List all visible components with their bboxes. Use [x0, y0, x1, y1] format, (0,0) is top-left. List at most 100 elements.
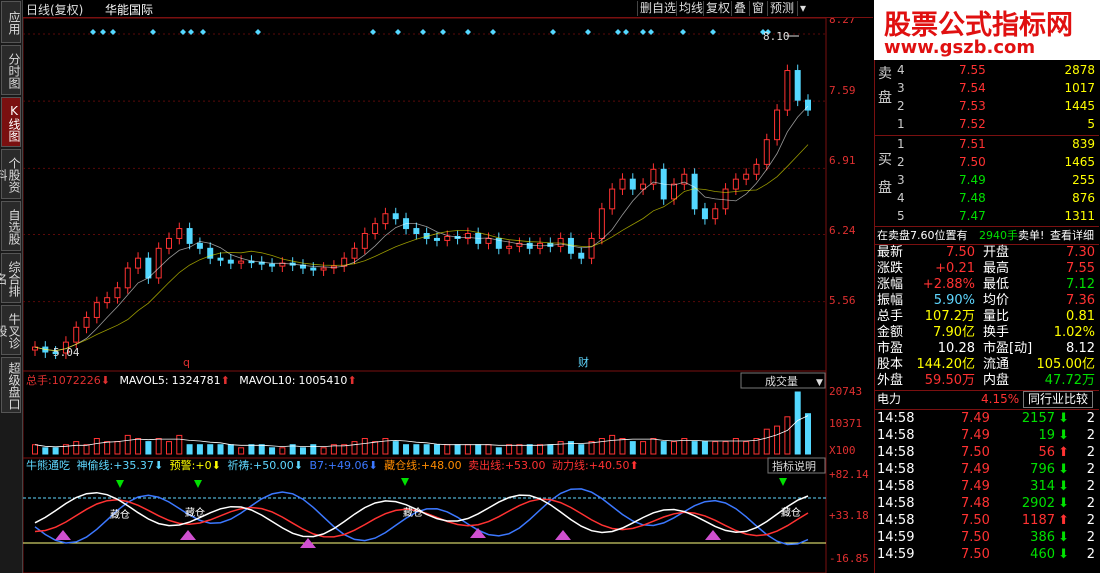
forecast-button[interactable]: 预测 — [767, 1, 796, 16]
signal-diamond-icon — [370, 29, 376, 35]
adjust-price-button[interactable]: 复权 — [703, 1, 732, 16]
volume-bar — [495, 447, 502, 455]
quote-label: 内盘 — [983, 373, 1010, 388]
buy-level: 4 — [897, 191, 905, 205]
arrow-down-icon: ⬇ — [1058, 411, 1069, 426]
volume-bar — [155, 438, 162, 455]
tick-volume: 56 — [1038, 445, 1055, 460]
tab-2[interactable]: 分时图 — [1, 45, 21, 95]
buy-volume: 876 — [1072, 191, 1095, 205]
volume-bar — [238, 447, 245, 455]
panel-row: 在卖盘7.60位置有 2940手 卖单! 查看详细 — [875, 227, 1099, 244]
quote-value: 10.28 — [937, 341, 975, 356]
panel-row: 2 7.53 1445 — [875, 98, 1099, 115]
volume-bar — [361, 438, 368, 455]
indicator-axis-label: -16.85 — [829, 552, 869, 565]
candle-body — [753, 163, 760, 175]
left-tab-bar: 应用 分时图 K线图 个股资料 自选股 综合排名 牛叉诊股 超级盘口 — [0, 0, 23, 573]
tab-8[interactable]: 超级盘口 — [1, 357, 21, 413]
volume-axis-label: 20743 — [829, 385, 862, 398]
tab-1[interactable]: 应用 — [1, 1, 21, 43]
candle-body — [598, 208, 605, 239]
quote-value: 107.2万 — [924, 309, 975, 324]
indicator-axis: +82.14 +33.18 -16.85 — [829, 468, 869, 565]
moving-average-button[interactable]: 均线 — [676, 1, 705, 16]
volume-bar — [83, 444, 90, 455]
signal-diamond-icon — [395, 29, 401, 35]
industry-name: 电力 — [877, 392, 902, 406]
arrow-up-icon: ⬆ — [1058, 513, 1069, 528]
volume-bar — [774, 425, 781, 455]
buy-level: 5 — [897, 209, 905, 223]
candle-body — [712, 208, 719, 220]
tab-4[interactable]: 个股资料 — [0, 149, 21, 199]
tab-5[interactable]: 自选股 — [1, 201, 21, 251]
volume-bar — [207, 444, 214, 455]
quote-value: 8.12 — [1066, 341, 1095, 356]
sell-volume: 2878 — [1064, 63, 1095, 77]
tick-time: 14:58 — [877, 445, 915, 460]
panel-row: 14:58 7.49 314 ⬇ 2 — [875, 478, 1099, 495]
volume-bar — [217, 444, 224, 455]
sell-price: 7.54 — [959, 81, 986, 95]
volume-bar — [423, 444, 430, 455]
remove-watchlist-button[interactable]: 删自选 — [637, 1, 678, 16]
sell-volume: 1445 — [1064, 99, 1095, 113]
candle-body — [155, 247, 162, 279]
stock-chart[interactable]: 8.10 5.04 q 财 总手:1072226⬇ MAVOL5: 1324781… — [23, 18, 873, 573]
buy-level: 2 — [897, 155, 905, 169]
panel-row: 14:58 7.48 2902 ⬇ 2 — [875, 495, 1099, 512]
tick-count: 2 — [1086, 513, 1095, 528]
quote-label: 均价 — [983, 293, 1010, 308]
volume-bar — [557, 441, 564, 455]
panel-row: 市盈 10.28 市盈[动] 8.12 — [875, 341, 1099, 357]
tick-count: 2 — [1086, 547, 1095, 562]
quote-label: 开盘 — [983, 245, 1010, 260]
candle-body — [557, 237, 564, 247]
view-detail-link[interactable]: 查看详细 — [1050, 227, 1094, 244]
panel-row: 14:59 7.50 386 ⬇ 2 — [875, 529, 1099, 546]
quote-label: 市盈 — [877, 341, 904, 356]
volume-bar — [186, 444, 193, 455]
tick-time: 14:58 — [877, 479, 915, 494]
candle-body — [320, 267, 327, 271]
candle-body — [444, 235, 451, 241]
volume-bar — [299, 447, 306, 455]
quote-label: 流通 — [983, 357, 1010, 372]
volume-bar — [320, 447, 327, 455]
panel-row: 5 7.47 1311 — [875, 208, 1099, 225]
candle-body — [619, 178, 626, 190]
signal-diamond-icon — [550, 29, 556, 35]
tab-3[interactable]: K线图 — [1, 97, 21, 147]
candle-body — [351, 247, 358, 259]
price-axis-label: 5.56 — [829, 294, 856, 307]
volume-bar — [32, 444, 38, 455]
volume-bar — [650, 438, 657, 455]
tick-count: 2 — [1086, 530, 1095, 545]
logo-url: www.gszb.com — [884, 37, 1036, 58]
signal-diamond-icon — [90, 29, 96, 35]
volume-bar — [691, 441, 698, 455]
tick-time: 14:58 — [877, 411, 915, 426]
overlay-button[interactable]: 叠 — [731, 1, 748, 16]
volume-bar — [506, 444, 513, 455]
toolbar-menu-button[interactable]: ▾ — [797, 1, 808, 16]
quote-label: 量比 — [983, 309, 1010, 324]
tab-7[interactable]: 牛叉诊股 — [0, 305, 21, 355]
arrow-down-icon: ⬇ — [1058, 462, 1069, 477]
period-label[interactable]: 日线(复权) — [26, 1, 83, 18]
volume-bar — [660, 441, 667, 455]
volume-bar — [42, 447, 49, 455]
quote-label: 涨跌 — [877, 261, 904, 276]
tab-6[interactable]: 综合排名 — [0, 253, 21, 303]
window-button[interactable]: 窗 — [749, 1, 766, 16]
signal-diamond-icon — [100, 29, 106, 35]
price-axis-label: 6.24 — [829, 224, 856, 237]
industry-compare-button[interactable]: 同行业比较 — [1023, 391, 1094, 408]
volume-bar — [392, 441, 399, 455]
indicator-lines — [23, 478, 826, 548]
volume-bar — [763, 428, 770, 455]
arrow-down-icon: ⬇ — [1058, 547, 1069, 562]
candle-body — [794, 70, 801, 101]
quote-label: 金额 — [877, 325, 904, 340]
